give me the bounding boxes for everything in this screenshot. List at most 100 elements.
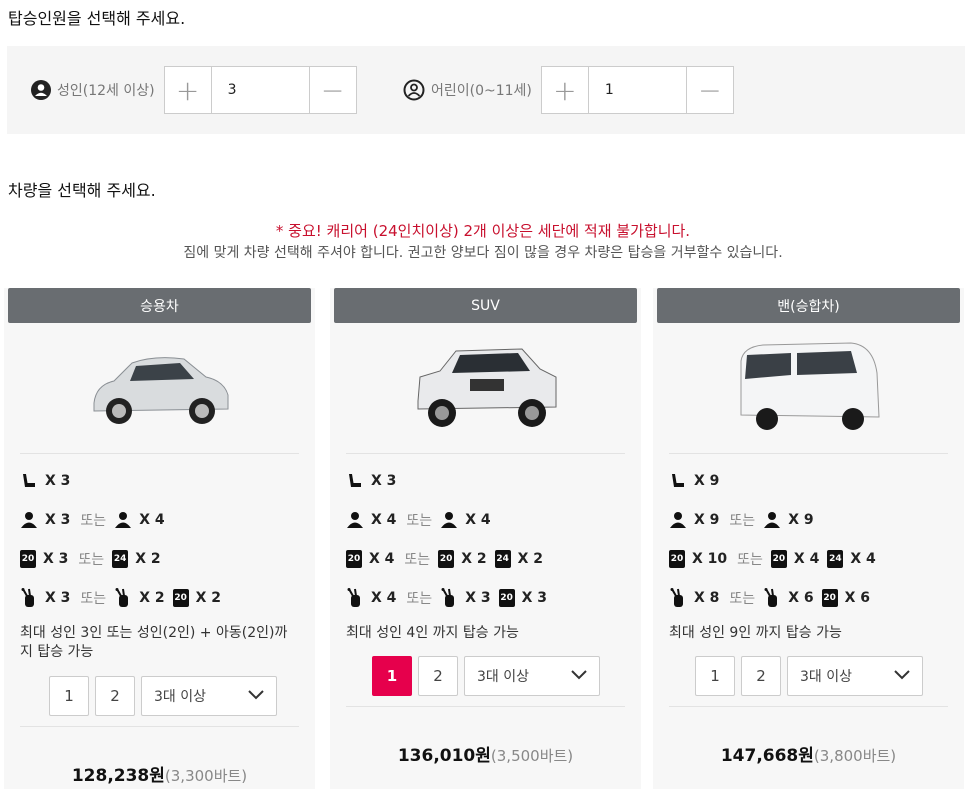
luggage-20-icon: 20 xyxy=(770,550,787,568)
luggage-count: X 4 xyxy=(369,551,395,567)
people-capacity-row: X 9 또는 X 9 xyxy=(669,509,814,531)
quantity-dropdown[interactable]: 3대 이상 xyxy=(141,676,277,716)
golf-count: X 2 xyxy=(139,590,165,606)
people-capacity-row: X 4 또는 X 4 xyxy=(346,509,491,531)
chevron-down-icon xyxy=(571,668,587,684)
luggage-count: X 4 xyxy=(793,551,820,567)
quantity-dropdown[interactable]: 3대 이상 xyxy=(464,656,600,696)
or-label: 또는 xyxy=(80,513,107,529)
golf-bag-icon xyxy=(20,588,38,607)
quantity-2-button[interactable]: 2 xyxy=(95,676,135,716)
quantity-dropdown[interactable]: 3대 이상 xyxy=(787,656,923,696)
seat-icon xyxy=(346,472,364,490)
price-won: 136,010원 xyxy=(397,746,491,766)
or-label: 또는 xyxy=(78,552,105,568)
seat-capacity-row: X 3 xyxy=(346,470,396,492)
max-capacity-text: 최대 성인 4인 까지 탑승 가능 xyxy=(346,625,519,641)
luggage-count: X 4 xyxy=(850,551,876,567)
quantity-dropdown-label: 3대 이상 xyxy=(477,669,529,685)
luggage-24-icon: 24 xyxy=(494,550,511,568)
people-count: X 9 xyxy=(694,512,720,528)
luggage-count: X 10 xyxy=(692,551,728,567)
adult-count-input[interactable]: 3 xyxy=(210,67,310,113)
seat-icon xyxy=(20,472,38,490)
quantity-2-button[interactable]: 2 xyxy=(741,656,781,696)
adult-stepper: + 3 − xyxy=(163,66,357,114)
child-count-input[interactable]: 1 xyxy=(587,67,687,113)
luggage-24-icon: 24 xyxy=(112,550,129,568)
luggage-20-icon: 20 xyxy=(20,550,36,568)
vehicle-card[interactable]: 밴(승합차) X 9 X 9 또는 X 9 20 X 10 또는 20 X 4 24 X 4 X 8 또는… xyxy=(653,288,964,789)
luggage-count: X 2 xyxy=(135,551,161,567)
adult-plus-button[interactable]: + xyxy=(165,67,211,113)
adult-label-text: 성인(12세 이상) xyxy=(57,83,155,99)
price-won: 128,238원 xyxy=(71,766,165,786)
adult-minus-button[interactable]: − xyxy=(310,67,356,113)
quantity-dropdown-label: 3대 이상 xyxy=(154,689,206,705)
price-baht: (3,800바트) xyxy=(813,747,897,765)
people-capacity-row: X 3 또는 X 4 xyxy=(20,509,165,531)
luggage-notice: 짐에 맞게 차량 선택해 주셔야 합니다. 권고한 양보다 짐이 많을 경우 차… xyxy=(183,245,783,261)
person-icon xyxy=(669,511,687,529)
adult-user-icon xyxy=(31,80,51,100)
golf-count: X 8 xyxy=(694,590,720,606)
or-label: 또는 xyxy=(729,591,756,607)
child-plus-button[interactable]: + xyxy=(542,67,588,113)
card-divider xyxy=(669,453,948,454)
vehicle-card-title: SUV xyxy=(334,288,637,323)
quantity-1-button[interactable]: 1 xyxy=(372,656,412,696)
price: 147,668원(3,800바트) xyxy=(653,741,964,766)
quantity-dropdown-label: 3대 이상 xyxy=(800,669,852,685)
vehicle-notice: * 중요! 캐리어 (24인치이상) 2개 이상은 세단에 적재 불가합니다. … xyxy=(0,220,966,262)
luggage-20-icon: 20 xyxy=(821,589,838,607)
golf-count: X 4 xyxy=(371,590,397,606)
card-divider xyxy=(20,726,299,727)
seat-capacity-row: X 3 xyxy=(20,470,70,492)
price: 128,238원(3,300바트) xyxy=(4,761,315,786)
people-count: X 9 xyxy=(788,512,814,528)
person-icon xyxy=(440,511,458,529)
price: 136,010원(3,500바트) xyxy=(330,741,641,766)
vehicle-card-title: 밴(승합차) xyxy=(657,288,960,323)
luggage-20-icon: 20 xyxy=(346,550,362,568)
vehicle-section-title: 차량을 선택해 주세요. xyxy=(8,181,156,200)
seat-capacity-row: X 9 xyxy=(669,470,719,492)
golf-count: X 3 xyxy=(465,590,491,606)
child-label-text: 어린이(0~11세) xyxy=(431,83,532,99)
quantity-selector: 1 2 3대 이상 xyxy=(372,656,600,696)
luggage-count: X 2 xyxy=(517,551,544,567)
person-icon xyxy=(763,511,781,529)
luggage-24-icon: 24 xyxy=(827,550,844,568)
child-group: 어린이(0~11세) + 1 − xyxy=(403,66,734,114)
vehicle-image xyxy=(84,333,234,438)
child-label: 어린이(0~11세) xyxy=(403,79,532,101)
luggage-count: X 2 xyxy=(461,551,487,567)
vehicle-card[interactable]: 승용차 X 3 X 3 또는 X 4 20 X 3 또는 24 X 2 X 3 또는 X 2 20 X 2 최… xyxy=(4,288,315,789)
person-icon xyxy=(346,511,364,529)
golf-luggage-count: X 3 xyxy=(521,590,548,606)
adult-group: 성인(12세 이상) + 3 − xyxy=(31,66,357,114)
quantity-1-button[interactable]: 1 xyxy=(695,656,735,696)
golf-luggage-count: X 2 xyxy=(195,590,222,606)
golf-bag-icon xyxy=(440,588,458,607)
or-label: 또는 xyxy=(406,513,433,529)
seat-count: X 3 xyxy=(45,473,71,489)
seat-icon xyxy=(669,472,687,490)
child-minus-button[interactable]: − xyxy=(687,67,733,113)
quantity-1-button[interactable]: 1 xyxy=(49,676,89,716)
golf-bag-icon xyxy=(669,588,687,607)
people-count: X 4 xyxy=(139,512,165,528)
or-label: 또는 xyxy=(406,591,433,607)
adult-label: 성인(12세 이상) xyxy=(31,80,155,100)
quantity-selector: 1 2 3대 이상 xyxy=(49,676,277,716)
golf-count: X 6 xyxy=(788,590,814,606)
quantity-2-button[interactable]: 2 xyxy=(418,656,458,696)
card-divider xyxy=(20,453,299,454)
passenger-section-title: 탑승인원을 선택해 주세요. xyxy=(8,9,186,28)
luggage-count: X 3 xyxy=(43,551,69,567)
golf-capacity-row: X 8 또는 X 6 20 X 6 xyxy=(669,587,870,609)
luggage-warning: * 중요! 캐리어 (24인치이상) 2개 이상은 세단에 적재 불가합니다. xyxy=(275,222,691,240)
luggage-20-icon: 20 xyxy=(172,589,189,607)
vehicle-image xyxy=(733,333,883,438)
vehicle-card[interactable]: SUV X 3 X 4 또는 X 4 20 X 4 또는 20 X 2 24 X 2 X 4 또는 X 3 2… xyxy=(330,288,641,789)
